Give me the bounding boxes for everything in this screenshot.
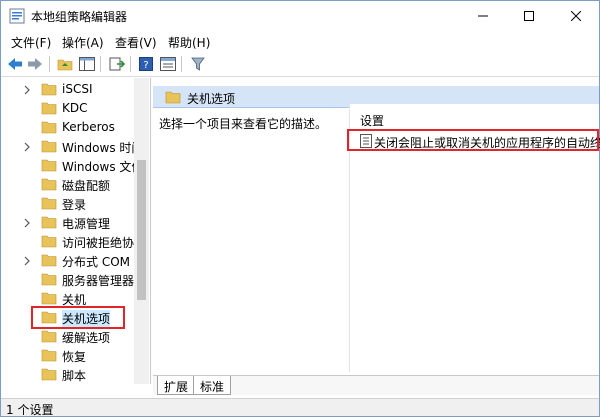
folder-icon: [41, 348, 57, 362]
tree-item[interactable]: 缓解选项: [1, 327, 136, 346]
tree-item[interactable]: Windows 文件: [1, 156, 143, 175]
tree-item-label: 磁盘配额: [62, 179, 111, 193]
toolbar-separator: [130, 56, 131, 72]
folder-icon: [41, 177, 57, 191]
folder-icon: [41, 234, 57, 248]
window-title: 本地组策略编辑器: [31, 10, 128, 24]
tab-standard[interactable]: 标准: [193, 376, 232, 395]
description-text: 选择一个项目来查看它的描述。: [159, 117, 328, 131]
expand-arrow-icon[interactable]: [23, 255, 31, 266]
tree-item[interactable]: iSCSI: [1, 80, 136, 99]
gpedit-app-icon: [9, 8, 25, 24]
help-icon[interactable]: ?: [137, 55, 155, 73]
setting-highlight: [347, 129, 599, 151]
tree-item[interactable]: 分布式 COM: [1, 251, 136, 270]
tree-item-label: 脚本: [62, 369, 87, 383]
menu-action[interactable]: 操作(A): [62, 34, 104, 51]
tree-item-label: Kerberos: [62, 120, 115, 134]
forward-arrow-icon[interactable]: [26, 55, 44, 73]
folder-icon: [41, 196, 57, 210]
settings-column-header[interactable]: 设置: [360, 112, 384, 129]
menu-help[interactable]: 帮助(H): [168, 34, 210, 51]
folder-icon: [41, 329, 57, 343]
folder-icon: [41, 158, 57, 172]
toolbar-separator: [100, 56, 101, 72]
pane-header-title: 关机选项: [187, 92, 236, 106]
view-tabs: 扩展 标准: [153, 375, 599, 395]
menu-view[interactable]: 查看(V): [115, 34, 157, 51]
minimize-button[interactable]: [460, 1, 506, 31]
folder-icon: [41, 120, 57, 134]
filter-icon[interactable]: [189, 55, 207, 73]
tree-item[interactable]: Windows 时间: [1, 137, 143, 156]
svg-text:?: ?: [143, 60, 148, 71]
export-list-icon[interactable]: [108, 55, 126, 73]
tree-scrollbar[interactable]: [134, 78, 149, 384]
tree-item-label: Windows 时间: [62, 141, 144, 155]
show-tree-icon[interactable]: [78, 55, 96, 73]
folder-icon: [41, 101, 57, 115]
expand-arrow-icon[interactable]: [23, 141, 31, 152]
tree-item-label: 恢复: [62, 350, 87, 364]
toolbar: ?: [1, 51, 599, 77]
tree-item-label: 登录: [62, 198, 87, 212]
title-bar: 本地组策略编辑器: [1, 1, 599, 31]
expand-arrow-icon[interactable]: [23, 84, 31, 95]
folder-icon: [41, 272, 57, 286]
tree-item[interactable]: 访问被拒绝协助: [1, 232, 146, 251]
folder-icon: [41, 215, 57, 229]
folder-icon: [41, 82, 57, 96]
folder-icon: [41, 367, 57, 381]
folder-icon: [165, 90, 181, 104]
up-folder-icon[interactable]: [56, 55, 74, 73]
menu-bar: 文件(F) 操作(A) 查看(V) 帮助(H): [1, 31, 599, 51]
tab-extended[interactable]: 扩展: [157, 376, 196, 395]
back-arrow-icon[interactable]: [6, 55, 24, 73]
tree-item[interactable]: Kerberos: [1, 118, 136, 137]
expand-arrow-icon[interactable]: [23, 217, 31, 228]
tree-item-label: 电源管理: [62, 217, 111, 231]
folder-icon: [41, 291, 57, 305]
details-pane: 关机选项 选择一个项目来查看它的描述。 设置 关闭会阻止或取消关机的应用程序的自…: [153, 78, 600, 398]
status-bar: 1 个设置: [1, 398, 599, 417]
tree-item[interactable]: 恢复: [1, 346, 136, 365]
menu-file[interactable]: 文件(F): [11, 34, 51, 51]
folder-icon: [41, 139, 57, 153]
tree-item-label: 分布式 COM: [62, 255, 130, 269]
tree-item-label: Windows 文件: [62, 160, 144, 174]
gpedit-window: 本地组策略编辑器 文件(F) 操作(A) 查看(V) 帮助(H) ? iSCSI…: [0, 0, 600, 417]
tree-item[interactable]: 服务器管理器: [1, 270, 136, 289]
toolbar-separator: [181, 56, 182, 72]
tree-item[interactable]: 电源管理: [1, 213, 136, 232]
properties-icon[interactable]: [159, 55, 177, 73]
toolbar-separator: [49, 56, 50, 72]
status-text: 1 个设置: [6, 403, 54, 417]
tree-item-label: 服务器管理器: [62, 274, 135, 288]
maximize-button[interactable]: [506, 1, 552, 31]
tree-item-label: 缓解选项: [62, 331, 111, 345]
tree-pane: iSCSI KDC Kerberos Windows 时间 Windows 文件 磁盘配额…: [1, 78, 151, 384]
selected-item-highlight: [31, 306, 125, 329]
tree-item[interactable]: 脚本: [1, 365, 136, 384]
tree-item[interactable]: 磁盘配额: [1, 175, 136, 194]
tree-item[interactable]: 登录: [1, 194, 136, 213]
tree-item-label: KDC: [62, 101, 88, 115]
tree-item-label: iSCSI: [62, 82, 93, 96]
tree-scrollbar-thumb[interactable]: [137, 160, 146, 300]
tree-item[interactable]: KDC: [1, 99, 136, 118]
close-button[interactable]: [553, 1, 599, 31]
folder-icon: [41, 253, 57, 267]
